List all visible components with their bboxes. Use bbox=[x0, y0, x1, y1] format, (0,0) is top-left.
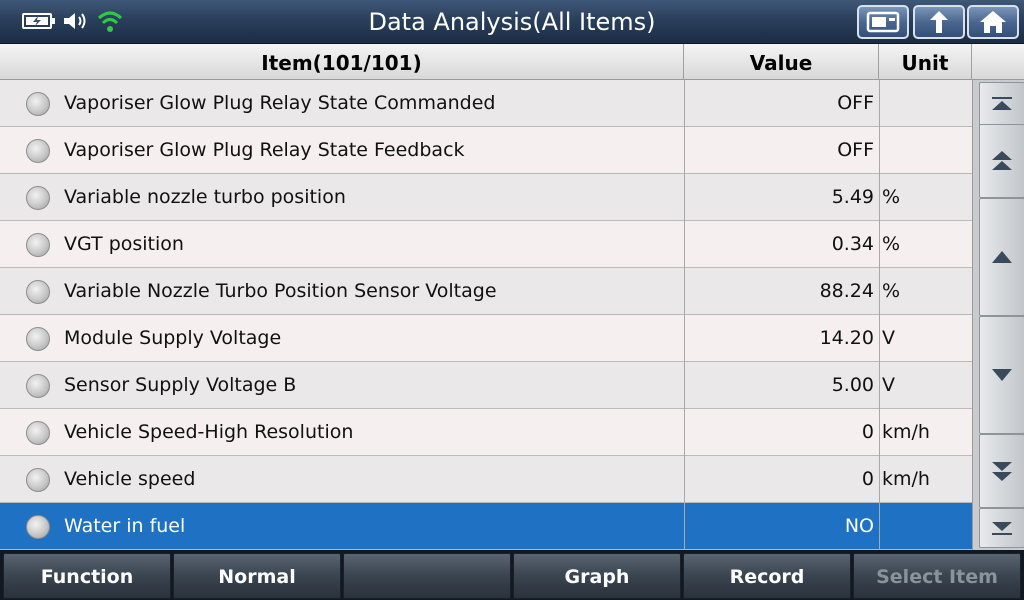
item-name: Vehicle Speed-High Resolution bbox=[64, 421, 354, 443]
row-radio-button[interactable] bbox=[26, 515, 50, 539]
item-unit: km/h bbox=[882, 468, 930, 490]
line-down-button[interactable] bbox=[979, 316, 1024, 434]
title-bar: Data Analysis(All Items) bbox=[0, 0, 1024, 44]
item-value: 5.00 bbox=[831, 374, 874, 396]
page-down-icon bbox=[992, 462, 1012, 481]
item-name: Vehicle speed bbox=[64, 468, 196, 490]
item-unit: % bbox=[882, 186, 901, 208]
item-value: 5.49 bbox=[831, 186, 874, 208]
item-name: Variable nozzle turbo position bbox=[64, 186, 346, 208]
table-header: Item(101/101) Value Unit bbox=[0, 44, 1024, 80]
table-row[interactable]: Module Supply Voltage 14.20 V bbox=[0, 315, 972, 362]
table-row[interactable]: Sensor Supply Voltage B 5.00 V bbox=[0, 362, 972, 409]
item-name: Water in fuel bbox=[64, 515, 186, 537]
item-unit: V bbox=[882, 374, 895, 396]
table-row[interactable]: Variable Nozzle Turbo Position Sensor Vo… bbox=[0, 268, 972, 315]
item-unit: % bbox=[882, 280, 901, 302]
item-value: 0 bbox=[861, 468, 874, 490]
table-row[interactable]: Water in fuel NO bbox=[0, 503, 972, 550]
table-row[interactable]: Vehicle speed 0 km/h bbox=[0, 456, 972, 503]
data-table: Vaporiser Glow Plug Relay State Commande… bbox=[0, 80, 972, 550]
record-button[interactable]: Record bbox=[683, 553, 851, 599]
line-up-icon bbox=[992, 251, 1012, 263]
blank-button[interactable] bbox=[343, 553, 511, 599]
item-unit: V bbox=[882, 327, 895, 349]
item-unit: km/h bbox=[882, 421, 930, 443]
scroll-top-icon bbox=[992, 97, 1012, 110]
row-radio-button[interactable] bbox=[26, 421, 50, 445]
row-radio-button[interactable] bbox=[26, 92, 50, 116]
item-value: 0 bbox=[861, 421, 874, 443]
item-value: 0.34 bbox=[831, 233, 874, 255]
item-name: Variable Nozzle Turbo Position Sensor Vo… bbox=[64, 280, 497, 302]
scroll-bottom-button[interactable] bbox=[979, 508, 1024, 548]
row-radio-button[interactable] bbox=[26, 280, 50, 304]
scroll-top-button[interactable] bbox=[979, 82, 1024, 126]
column-divider bbox=[879, 80, 880, 550]
screenshot-icon bbox=[866, 11, 900, 33]
item-value: OFF bbox=[837, 92, 874, 114]
row-radio-button[interactable] bbox=[26, 186, 50, 210]
column-header-value: Value bbox=[684, 44, 879, 80]
back-button[interactable] bbox=[913, 5, 965, 39]
item-name: Vaporiser Glow Plug Relay State Feedback bbox=[64, 139, 465, 161]
scroll-bar bbox=[972, 80, 1024, 550]
back-icon bbox=[930, 11, 948, 33]
item-value: OFF bbox=[837, 139, 874, 161]
home-icon bbox=[980, 11, 1006, 33]
item-name: Module Supply Voltage bbox=[64, 327, 282, 349]
row-radio-button[interactable] bbox=[26, 468, 50, 492]
item-name: Sensor Supply Voltage B bbox=[64, 374, 297, 396]
row-radio-button[interactable] bbox=[26, 374, 50, 398]
scroll-bottom-icon bbox=[992, 522, 1012, 535]
table-row[interactable]: Vaporiser Glow Plug Relay State Feedback… bbox=[0, 127, 972, 174]
table-row[interactable]: VGT position 0.34% bbox=[0, 221, 972, 268]
page-up-icon bbox=[992, 151, 1012, 170]
row-radio-button[interactable] bbox=[26, 233, 50, 257]
column-divider bbox=[684, 80, 685, 550]
table-row[interactable]: Vaporiser Glow Plug Relay State Commande… bbox=[0, 80, 972, 127]
item-value: 88.24 bbox=[819, 280, 874, 302]
home-button[interactable] bbox=[967, 5, 1019, 39]
page-up-button[interactable] bbox=[979, 124, 1024, 198]
function-toolbar: Function Normal Graph Record Select Item bbox=[0, 550, 1024, 600]
line-up-button[interactable] bbox=[979, 198, 1024, 316]
table-row[interactable]: Variable nozzle turbo position 5.49% bbox=[0, 174, 972, 221]
item-value: 14.20 bbox=[819, 327, 874, 349]
graph-button[interactable]: Graph bbox=[513, 553, 681, 599]
row-radio-button[interactable] bbox=[26, 327, 50, 351]
table-row[interactable]: Vehicle Speed-High Resolution 0 km/h bbox=[0, 409, 972, 456]
item-name: Vaporiser Glow Plug Relay State Commande… bbox=[64, 92, 496, 114]
line-down-icon bbox=[992, 369, 1012, 381]
item-name: VGT position bbox=[64, 233, 184, 255]
column-header-item[interactable]: Item(101/101) bbox=[0, 44, 684, 80]
function-button[interactable]: Function bbox=[3, 553, 171, 599]
item-unit: % bbox=[882, 233, 901, 255]
row-radio-button[interactable] bbox=[26, 139, 50, 163]
column-header-unit: Unit bbox=[879, 44, 972, 80]
item-value: NO bbox=[844, 515, 874, 537]
normal-button[interactable]: Normal bbox=[173, 553, 341, 599]
page-down-button[interactable] bbox=[979, 434, 1024, 508]
screenshot-button[interactable] bbox=[857, 5, 909, 39]
select-item-button[interactable]: Select Item bbox=[853, 553, 1021, 599]
